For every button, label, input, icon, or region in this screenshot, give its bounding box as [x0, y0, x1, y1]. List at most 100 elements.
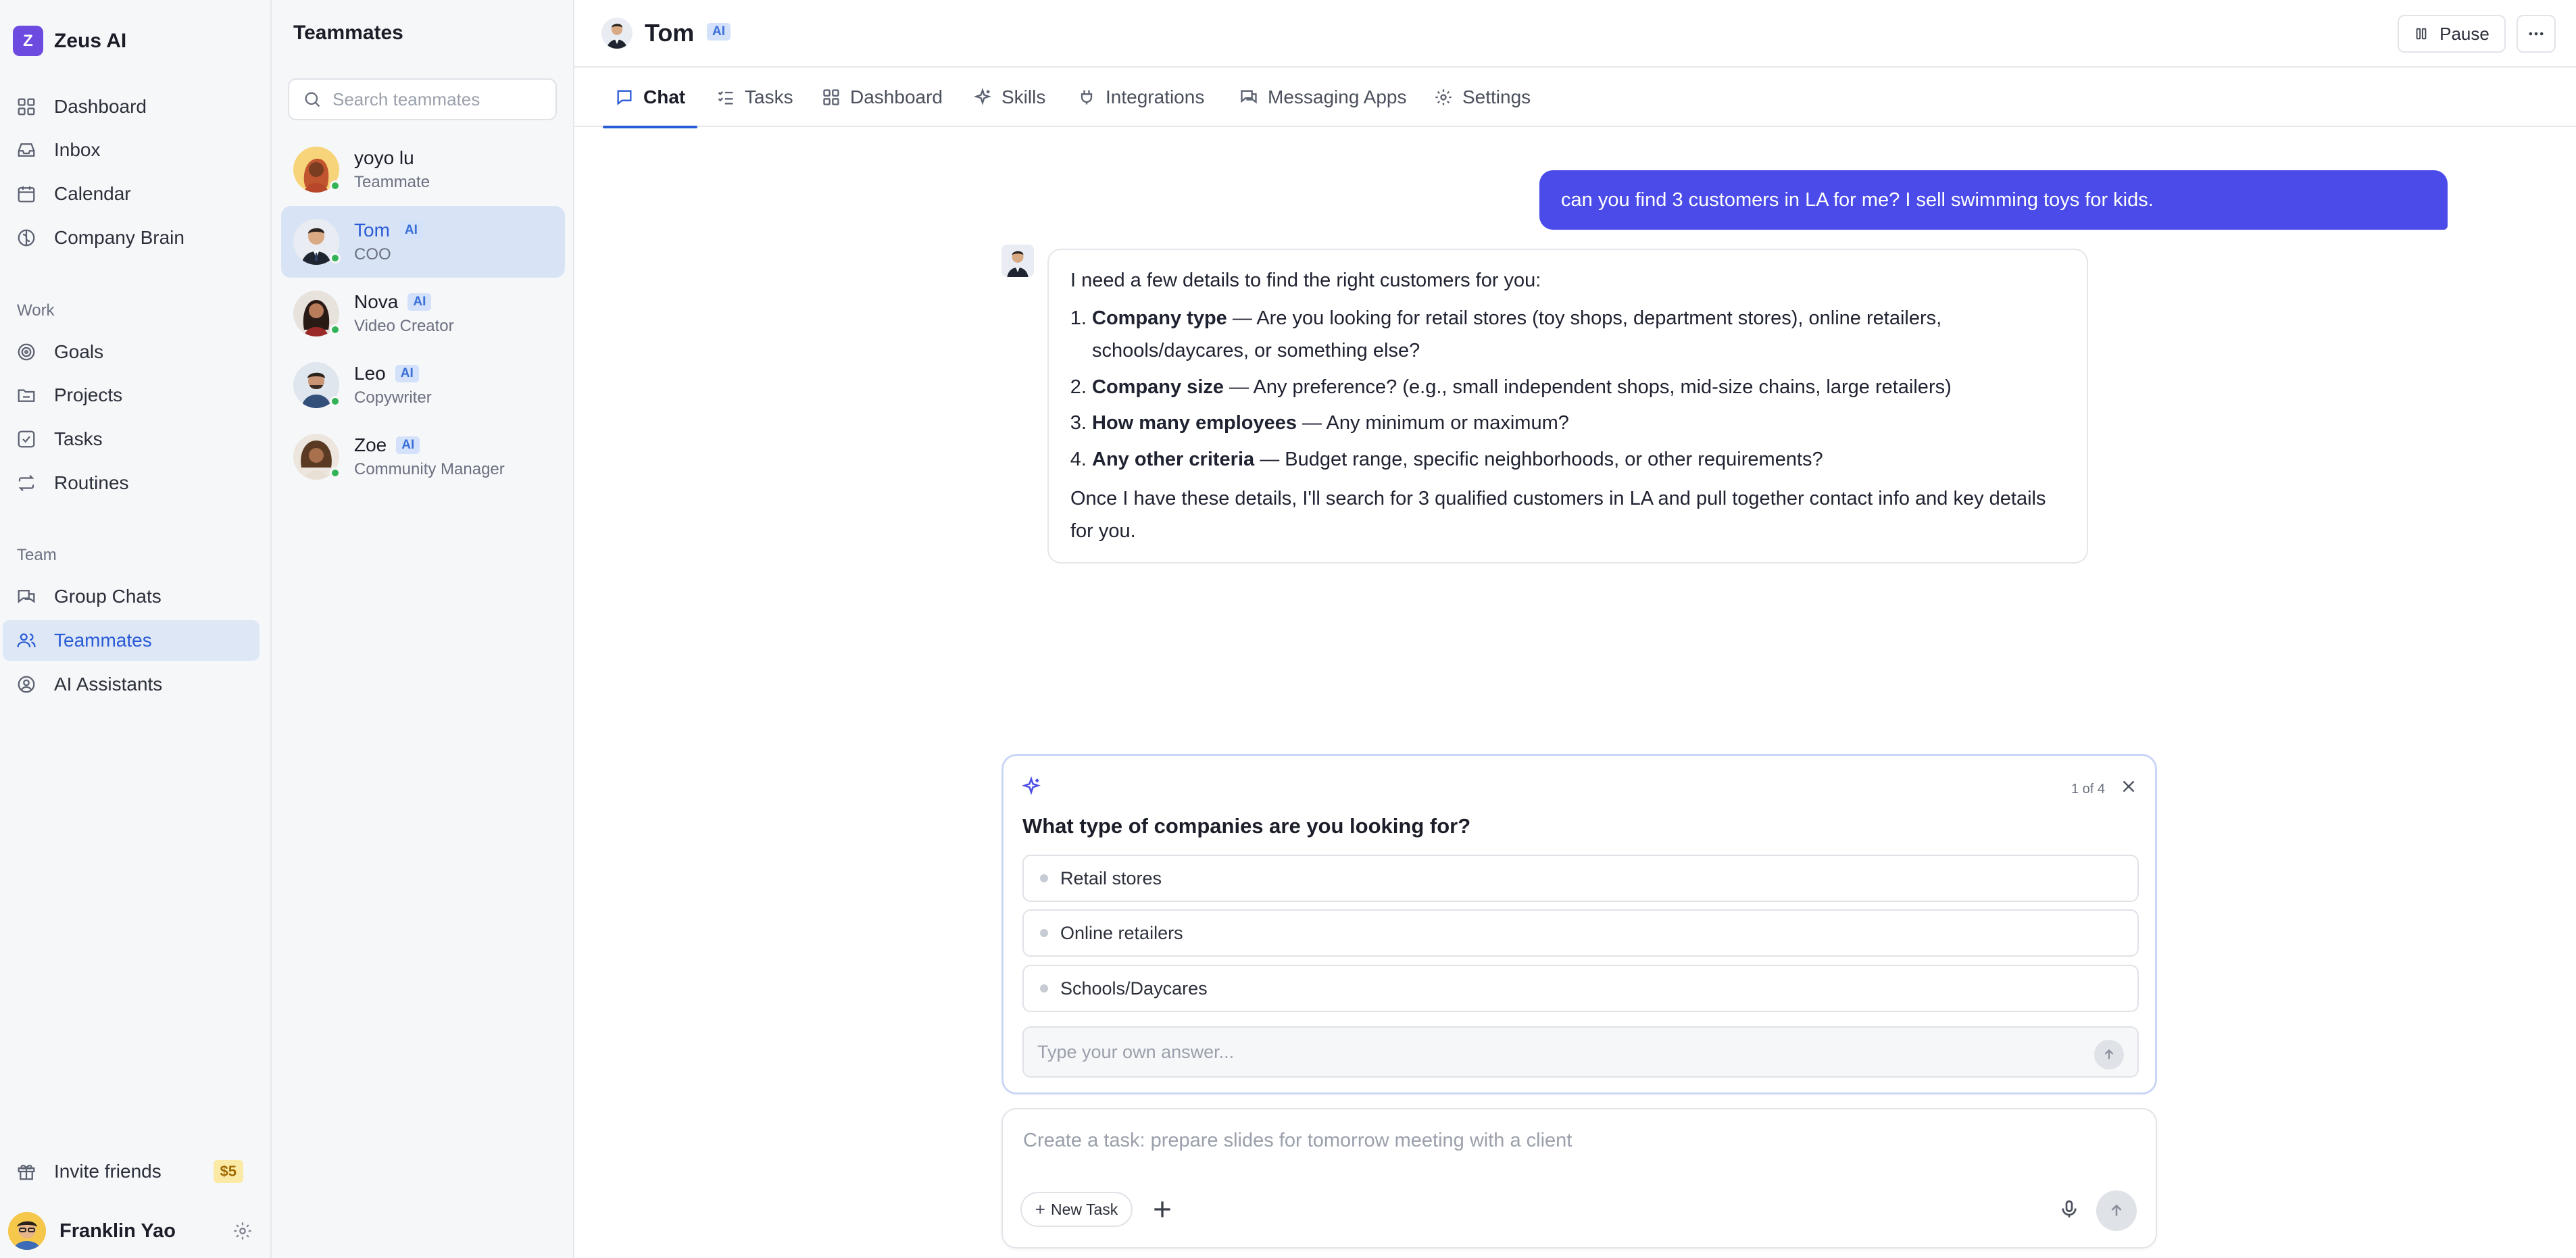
tab-label: Chat [643, 86, 686, 107]
microphone-icon[interactable] [2058, 1199, 2080, 1220]
avatar [293, 291, 341, 336]
search-box[interactable] [288, 78, 557, 120]
pause-label: Pause [2439, 23, 2490, 44]
answer-option-online-retailers[interactable]: Online retailers [1022, 909, 2139, 957]
submit-answer-button[interactable] [2094, 1040, 2124, 1070]
answer-option-retail-stores[interactable]: Retail stores [1022, 855, 2139, 902]
plug-icon [1081, 90, 1093, 105]
tab-skills[interactable]: Skills [973, 68, 1045, 127]
add-attachment-icon[interactable] [1149, 1196, 1176, 1223]
send-button[interactable] [2096, 1190, 2137, 1231]
new-task-button[interactable]: + New Task [1020, 1192, 1133, 1227]
teammate-role: Community Manager [354, 460, 505, 478]
invite-label: Invite friends [54, 1161, 162, 1182]
teammate-role: Copywriter [354, 388, 432, 407]
avatar [8, 1212, 46, 1250]
teammate-item-nova[interactable]: Nova AI Video Creator [281, 278, 565, 349]
sparkles-icon [1022, 776, 1041, 795]
clarifying-question-panel: 1 of 4 What type of companies are you lo… [1001, 754, 2157, 1095]
avatar[interactable] [601, 18, 633, 49]
sidebar-item-group-chats[interactable]: Group Chats [3, 576, 259, 617]
assistant-message: I need a few details to find the right c… [1047, 249, 2088, 563]
tab-label: Integrations [1106, 86, 1205, 107]
pause-button[interactable]: Pause [2398, 15, 2506, 53]
assistant-intro: I need a few details to find the right c… [1070, 270, 1541, 291]
teammate-name: Leo [354, 363, 386, 384]
answer-option-schools-daycares[interactable]: Schools/Daycares [1022, 965, 2139, 1012]
assistant-outro: Once I have these details, I'll search f… [1070, 488, 2046, 542]
ai-badge: AI [399, 222, 423, 239]
more-options-button[interactable] [2517, 15, 2556, 53]
brain-icon [18, 229, 35, 247]
pause-icon [2416, 28, 2427, 40]
close-icon[interactable] [2120, 778, 2137, 795]
sidebar-item-teammates[interactable]: Teammates [3, 620, 259, 661]
avatar [293, 362, 341, 408]
sidebar-item-goals[interactable]: Goals [3, 332, 259, 372]
custom-answer-box[interactable] [1022, 1026, 2139, 1078]
user-name: Franklin Yao [59, 1219, 176, 1242]
avatar [293, 434, 341, 480]
option-bullet [1040, 984, 1048, 992]
tab-settings[interactable]: Settings [1434, 68, 1531, 127]
tab-messaging-apps[interactable]: Messaging Apps [1239, 68, 1406, 127]
target-icon [18, 343, 35, 361]
message-composer: + New Task [1001, 1108, 2157, 1249]
sidebar-item-label: AI Assistants [54, 674, 163, 695]
sidebar-item-label: Calendar [54, 183, 131, 204]
teammate-role: Teammate [354, 173, 430, 191]
brand[interactable]: Z Zeus AI [13, 26, 126, 56]
tab-tasks[interactable]: Tasks [716, 68, 793, 127]
tab-integrations[interactable]: Integrations [1077, 68, 1204, 127]
teammate-item-leo[interactable]: Leo AI Copywriter [281, 349, 565, 421]
option-label: Schools/Daycares [1060, 978, 1208, 999]
messages-icon [1241, 90, 1257, 104]
online-status-indicator [330, 396, 341, 407]
list-item: Any other criteria — Budget range, speci… [1092, 444, 2065, 476]
conversation-title: Tom [645, 19, 695, 47]
tab-dashboard[interactable]: Dashboard [822, 68, 943, 127]
panel-title: Teammates [293, 22, 403, 44]
list-item: Company size — Any preference? (e.g., sm… [1092, 372, 2065, 404]
tab-label: Tasks [745, 86, 793, 107]
tab-bar: Chat Tasks Dashboard Skills Integrations… [574, 68, 2576, 128]
gear-icon[interactable] [232, 1221, 253, 1241]
teammate-name: Nova [354, 291, 399, 312]
avatar [293, 147, 341, 193]
checkbox-icon [18, 430, 35, 448]
online-status-indicator [330, 253, 341, 263]
current-user[interactable]: Franklin Yao [8, 1211, 265, 1251]
teammate-name: Zoe [354, 434, 387, 455]
tab-label: Dashboard [850, 86, 943, 107]
sidebar-item-tasks[interactable]: Tasks [3, 419, 259, 459]
brand-logo: Z [13, 26, 43, 56]
teammates-panel: Teammates yoyo lu Teammate Tom AI COO [272, 0, 574, 1258]
grid-icon [823, 89, 839, 105]
arrow-up-icon [2111, 1204, 2122, 1216]
message-input[interactable] [1023, 1130, 2104, 1163]
chat-bubble-icon [617, 90, 632, 105]
user-message: can you find 3 customers in LA for me? I… [1539, 170, 2448, 230]
sidebar-item-ai-assistants[interactable]: AI Assistants [3, 664, 259, 705]
sparkles-icon [973, 88, 992, 105]
teammate-item-yoyo-lu[interactable]: yoyo lu Teammate [281, 134, 565, 205]
invite-friends-button[interactable]: Invite friends $5 [3, 1151, 259, 1192]
sidebar-item-company-brain[interactable]: Company Brain [3, 218, 259, 258]
sidebar-item-inbox[interactable]: Inbox [3, 130, 259, 170]
list-item: Company type — Are you looking for retai… [1092, 303, 2065, 368]
sidebar-item-calendar[interactable]: Calendar [3, 174, 259, 214]
teammate-item-zoe[interactable]: Zoe AI Community Manager [281, 421, 565, 493]
online-status-indicator [330, 468, 341, 478]
list-check-icon [718, 91, 733, 105]
calendar-icon [18, 186, 35, 203]
search-input[interactable] [332, 89, 549, 110]
sidebar-item-label: Inbox [54, 139, 101, 160]
sidebar-item-dashboard[interactable]: Dashboard [3, 86, 259, 127]
tab-chat[interactable]: Chat [602, 68, 698, 128]
arrow-up-icon [2104, 1049, 2114, 1059]
sidebar-item-projects[interactable]: Projects [3, 375, 259, 416]
sidebar-item-routines[interactable]: Routines [3, 463, 259, 503]
repeat-icon [18, 474, 34, 492]
custom-answer-input[interactable] [1037, 1041, 2051, 1063]
teammate-item-tom[interactable]: Tom AI COO [281, 206, 565, 278]
